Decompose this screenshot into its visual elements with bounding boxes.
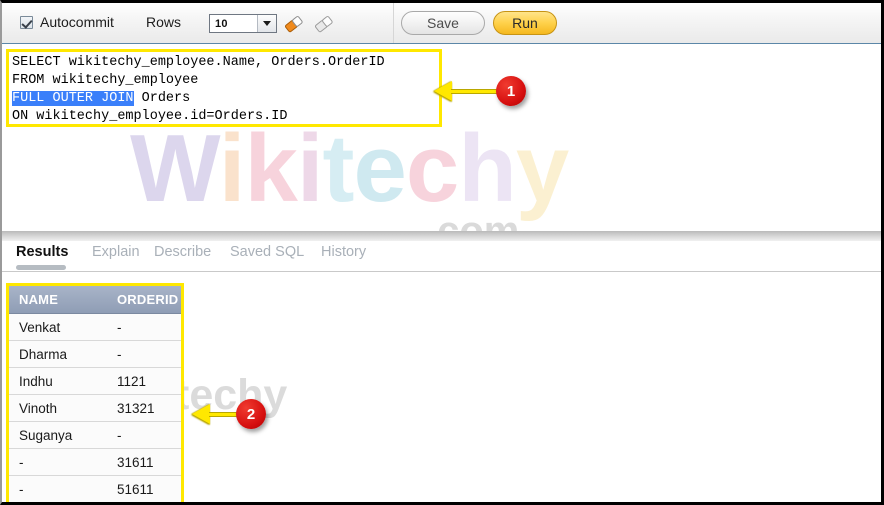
sql-toolbar: Autocommit Rows 10 Save Run [2, 3, 881, 44]
cell-orderid: - [107, 421, 181, 449]
cell-name: Indhu [9, 367, 107, 395]
rows-dropdown-button[interactable] [257, 15, 276, 32]
checkbox-checked-icon[interactable] [20, 15, 33, 29]
tab-describe[interactable]: Describe [154, 244, 211, 260]
cell-name: - [9, 448, 107, 476]
sql-line-4: ON wikitechy_employee.id=Orders.ID [12, 109, 288, 124]
rows-label: Rows [146, 14, 182, 30]
sql-line-1: SELECT wikitechy_employee.Name, Orders.O… [12, 55, 385, 70]
cell-name: Dharma [9, 340, 107, 368]
run-button[interactable]: Run [493, 11, 557, 35]
cell-orderid: 31321 [107, 394, 181, 422]
annotation-2-arrowhead [192, 404, 210, 424]
chevron-down-icon [263, 21, 271, 26]
column-header-orderid[interactable]: ORDERID [107, 286, 181, 314]
tab-history[interactable]: History [321, 244, 366, 260]
sql-editor[interactable]: SELECT wikitechy_employee.Name, Orders.O… [6, 49, 442, 127]
table-row: Venkat - [9, 313, 181, 341]
cell-name: - [9, 475, 107, 502]
tab-explain[interactable]: Explain [92, 244, 140, 260]
table-header-row: NAME ORDERID [9, 286, 181, 314]
sql-selected-keyword: FULL OUTER JOIN [12, 91, 134, 106]
tab-results[interactable]: Results [16, 244, 68, 260]
rows-select-value: 10 [215, 17, 228, 30]
cell-name: Suganya [9, 421, 107, 449]
annotation-1-arrowhead [434, 81, 452, 101]
annotation-1-arrow-shaft [451, 88, 501, 94]
wikitechy-watermark: Wikitechy [130, 115, 569, 222]
autocommit-checkbox[interactable]: Autocommit [20, 14, 114, 30]
save-button[interactable]: Save [401, 11, 485, 35]
annotation-2-badge: 2 [236, 399, 266, 429]
results-table: NAME ORDERID Venkat - Dharma - Indhu 112… [9, 286, 181, 502]
eraser-gray-icon[interactable] [313, 14, 335, 34]
rows-select[interactable]: 10 [209, 14, 277, 33]
active-tab-indicator [16, 265, 66, 270]
sql-line-2: FROM wikitechy_employee [12, 73, 199, 88]
sql-workshop-screen: Autocommit Rows 10 Save Run Wikitechy Wi… [0, 0, 884, 505]
cell-name: Venkat [9, 313, 107, 341]
eraser-orange-icon[interactable] [283, 14, 305, 34]
cell-orderid: 1121 [107, 367, 181, 395]
results-table-body: Venkat - Dharma - Indhu 1121 Vinoth 3132… [9, 313, 181, 502]
autocommit-label: Autocommit [40, 14, 114, 30]
annotation-1-badge: 1 [496, 76, 526, 106]
table-row: Indhu 1121 [9, 367, 181, 395]
cell-orderid: 51611 [107, 475, 181, 502]
table-row: Vinoth 31321 [9, 394, 181, 422]
cell-orderid: - [107, 313, 181, 341]
cell-orderid: 31611 [107, 448, 181, 476]
tab-saved-sql[interactable]: Saved SQL [230, 244, 304, 260]
sql-line-3-rest: Orders [133, 91, 191, 106]
table-row: - 51611 [9, 475, 181, 502]
table-row: - 31611 [9, 448, 181, 476]
cell-name: Vinoth [9, 394, 107, 422]
results-tabs: Results Explain Describe Saved SQL Histo… [2, 241, 881, 272]
cell-orderid: - [107, 340, 181, 368]
table-row: Suganya - [9, 421, 181, 449]
toolbar-divider [393, 3, 394, 43]
table-row: Dharma - [9, 340, 181, 368]
column-header-name[interactable]: NAME [9, 286, 107, 314]
results-table-container: NAME ORDERID Venkat - Dharma - Indhu 112… [6, 283, 184, 502]
panel-divider [2, 231, 881, 241]
